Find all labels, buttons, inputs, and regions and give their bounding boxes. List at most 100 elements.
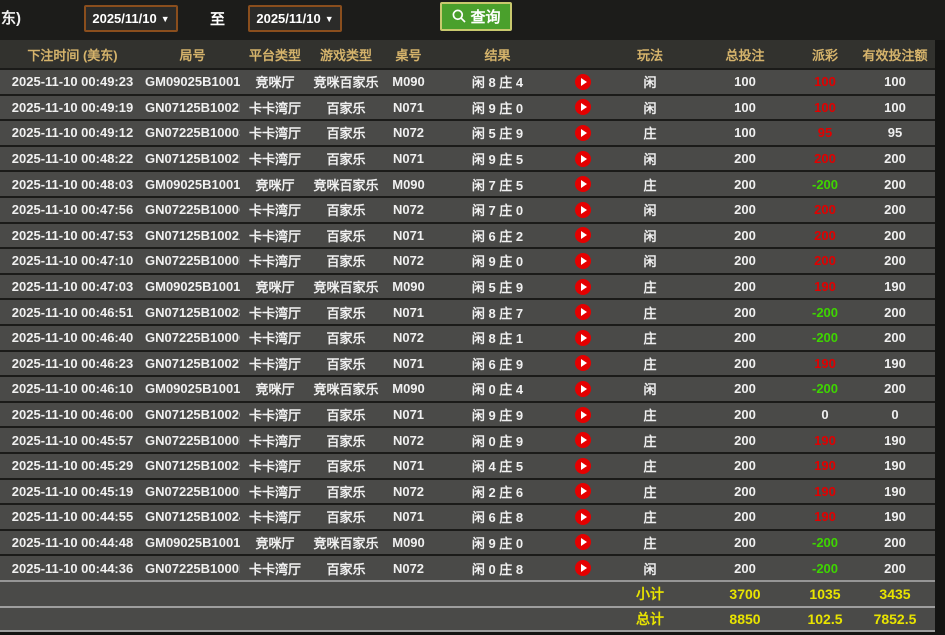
cell-platform-type: 竞咪厅 (240, 379, 310, 398)
date-from-select[interactable]: 2025/11/10 ▼ (84, 5, 178, 32)
cell-game-type: 百家乐 (310, 405, 382, 424)
date-to-select[interactable]: 2025/11/10 ▼ (248, 5, 342, 32)
cell-valid-bet: 200 (855, 151, 935, 166)
cell-play-type: 闲 (605, 379, 695, 398)
cell-game-type: 百家乐 (310, 98, 382, 117)
replay-button[interactable] (575, 202, 591, 218)
replay-button[interactable] (575, 355, 591, 371)
table-row: 2025-11-10 00:46:51 GN07125B10028 卡卡湾厅 百… (0, 298, 935, 324)
cell-table-no: M090 (382, 381, 435, 396)
cell-bet-time: 2025-11-10 00:45:57 (0, 433, 145, 448)
replay-button[interactable] (575, 227, 591, 243)
replay-button[interactable] (575, 560, 591, 576)
cell-play-type: 闲 (605, 72, 695, 91)
cell-bet-time: 2025-11-10 00:45:19 (0, 484, 145, 499)
replay-button[interactable] (575, 381, 591, 397)
cell-result: 闲 6 庄 2 (435, 226, 560, 245)
cell-round-id: GN07225B1000O (145, 330, 240, 345)
replay-button[interactable] (575, 151, 591, 167)
cell-total-bet: 200 (695, 407, 795, 422)
cell-platform-type: 卡卡湾厅 (240, 482, 310, 501)
cell-result: 闲 0 庄 8 (435, 559, 560, 578)
cell-result: 闲 9 庄 0 (435, 533, 560, 552)
total-total-bet: 8850 (695, 611, 795, 627)
query-button[interactable]: 查询 (440, 2, 512, 31)
cell-replay (560, 253, 605, 269)
cell-valid-bet: 200 (855, 177, 935, 192)
cell-play-type: 庄 (605, 303, 695, 322)
play-icon (581, 308, 587, 316)
cell-platform-type: 竞咪厅 (240, 175, 310, 194)
cell-play-type: 闲 (605, 559, 695, 578)
cell-total-bet: 200 (695, 458, 795, 473)
cell-bet-time: 2025-11-10 00:48:03 (0, 177, 145, 192)
replay-button[interactable] (575, 509, 591, 525)
replay-button[interactable] (575, 253, 591, 269)
cell-table-no: N071 (382, 305, 435, 320)
cell-valid-bet: 200 (855, 535, 935, 550)
header-table-no: 桌号 (382, 45, 435, 64)
cell-bet-time: 2025-11-10 00:47:53 (0, 228, 145, 243)
cell-round-id: GN07125B10026 (145, 407, 240, 422)
cell-round-id: GN07125B10027 (145, 356, 240, 371)
cell-replay (560, 125, 605, 141)
replay-button[interactable] (575, 304, 591, 320)
query-button-label: 查询 (470, 6, 500, 27)
cell-result: 闲 5 庄 9 (435, 277, 560, 296)
cell-round-id: GM09025B10018 (145, 535, 240, 550)
subtotal-valid-bet: 3435 (855, 586, 935, 602)
cell-valid-bet: 0 (855, 407, 935, 422)
cell-bet-time: 2025-11-10 00:44:48 (0, 535, 145, 550)
cell-play-type: 庄 (605, 328, 695, 347)
replay-button[interactable] (575, 432, 591, 448)
cell-round-id: GN07125B10025 (145, 458, 240, 473)
header-valid-bet: 有效投注额 (855, 45, 935, 64)
cell-payout: 200 (795, 228, 855, 243)
cell-platform-type: 卡卡湾厅 (240, 456, 310, 475)
cell-result: 闲 8 庄 1 (435, 328, 560, 347)
replay-button[interactable] (575, 279, 591, 295)
cell-game-type: 百家乐 (310, 123, 382, 142)
cell-play-type: 闲 (605, 251, 695, 270)
cell-replay (560, 407, 605, 423)
cell-table-no: N072 (382, 253, 435, 268)
cell-payout: -200 (795, 330, 855, 345)
date-range-to-label: 至 (210, 8, 225, 29)
cell-table-no: N072 (382, 484, 435, 499)
cell-bet-time: 2025-11-10 00:44:36 (0, 561, 145, 576)
cell-result: 闲 9 庄 0 (435, 98, 560, 117)
replay-button[interactable] (575, 483, 591, 499)
cell-replay (560, 483, 605, 499)
play-icon (581, 411, 587, 419)
cell-bet-time: 2025-11-10 00:47:10 (0, 253, 145, 268)
total-payout: 102.5 (795, 611, 855, 627)
replay-button[interactable] (575, 99, 591, 115)
total-valid-bet: 7852.5 (855, 611, 935, 627)
cell-valid-bet: 100 (855, 100, 935, 115)
cell-result: 闲 6 庄 8 (435, 507, 560, 526)
table-row: 2025-11-10 00:47:10 GN07225B1000P 卡卡湾厅 百… (0, 247, 935, 273)
replay-button[interactable] (575, 176, 591, 192)
cell-result: 闲 7 庄 5 (435, 175, 560, 194)
cell-total-bet: 200 (695, 305, 795, 320)
total-row: 总计 8850 102.5 7852.5 (0, 606, 935, 632)
replay-button[interactable] (575, 534, 591, 550)
cell-total-bet: 200 (695, 561, 795, 576)
table-row: 2025-11-10 00:45:29 GN07125B10025 卡卡湾厅 百… (0, 452, 935, 478)
replay-button[interactable] (575, 407, 591, 423)
cell-total-bet: 200 (695, 509, 795, 524)
cell-game-type: 竞咪百家乐 (310, 379, 382, 398)
cell-payout: 190 (795, 279, 855, 294)
replay-button[interactable] (575, 74, 591, 90)
cell-total-bet: 100 (695, 100, 795, 115)
cell-total-bet: 100 (695, 125, 795, 140)
cell-replay (560, 227, 605, 243)
replay-button[interactable] (575, 458, 591, 474)
cell-valid-bet: 190 (855, 509, 935, 524)
cell-round-id: GN07125B1002A (145, 228, 240, 243)
replay-button[interactable] (575, 330, 591, 346)
cell-platform-type: 竞咪厅 (240, 277, 310, 296)
replay-button[interactable] (575, 125, 591, 141)
cell-table-no: N071 (382, 356, 435, 371)
cell-platform-type: 卡卡湾厅 (240, 405, 310, 424)
